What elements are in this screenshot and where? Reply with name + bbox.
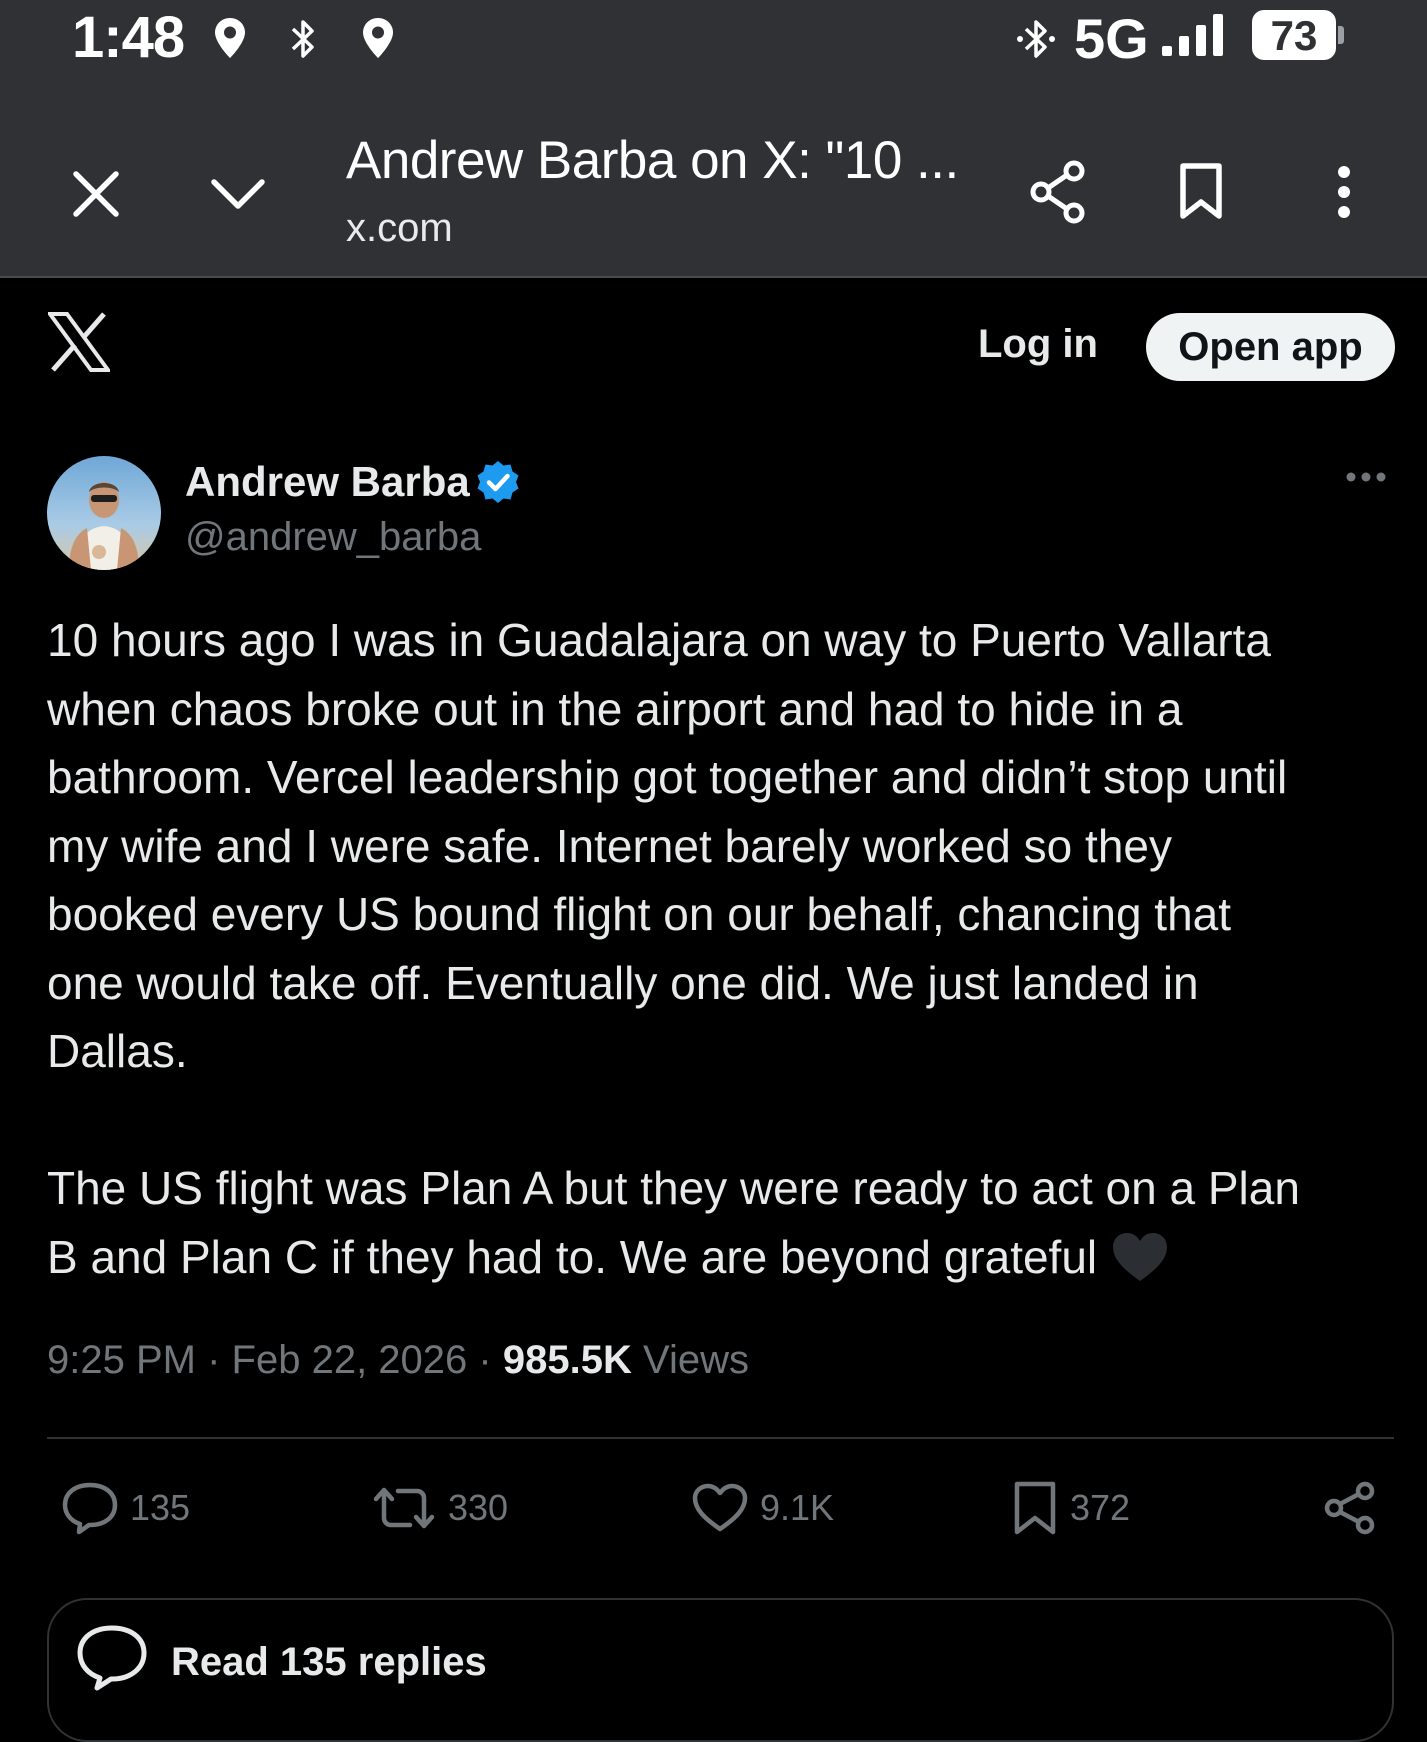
views-label: Views: [642, 1338, 749, 1382]
x-logo-icon[interactable]: [48, 312, 110, 372]
read-replies-label: Read 135 replies: [171, 1640, 487, 1684]
open-app-button[interactable]: Open app: [1146, 313, 1395, 381]
page-url[interactable]: x.com: [346, 206, 453, 251]
bookmark-icon: [1014, 1481, 1056, 1535]
bookmark-button[interactable]: 372: [1012, 1480, 1130, 1536]
page-title[interactable]: Andrew Barba on X: "10 ...: [346, 130, 959, 191]
reply-icon: [62, 1482, 118, 1535]
tweet-meta: 9:25 PM · Feb 22, 2026 · 985.5K Views: [47, 1338, 749, 1383]
bluetooth-icon: [291, 20, 314, 58]
author-name[interactable]: Andrew Barba: [185, 458, 470, 506]
reply-count: 135: [130, 1487, 191, 1528]
views-count: 985.5K: [502, 1338, 632, 1382]
browser-toolbar: Andrew Barba on X: "10 ... x.com: [0, 86, 1427, 278]
verified-badge-icon: [477, 461, 519, 503]
meta-separator: ·: [207, 1338, 221, 1382]
black-heart-icon: [1113, 1232, 1168, 1281]
status-time: 1:48: [72, 5, 185, 70]
network-type: 5G: [1074, 7, 1149, 70]
share-icon: [1324, 1481, 1375, 1535]
repost-button[interactable]: 330: [372, 1480, 508, 1536]
bookmark-icon[interactable]: [1178, 162, 1224, 220]
like-button[interactable]: 9.1K: [692, 1480, 834, 1536]
tweet-date[interactable]: Feb 22, 2026: [232, 1338, 468, 1382]
reply-button[interactable]: 135: [62, 1480, 190, 1536]
tweet-text: 10 hours ago I was in Guadalajara on way…: [47, 606, 1397, 1291]
author-handle[interactable]: @andrew_barba: [185, 515, 481, 560]
bookmark-count: 372: [1070, 1487, 1131, 1528]
tweet-body: 10 hours ago I was in Guadalajara on way…: [47, 614, 1300, 1283]
share-button[interactable]: [1324, 1480, 1376, 1536]
location-icon: [363, 18, 393, 58]
share-icon[interactable]: [1030, 160, 1086, 224]
location-icon: [215, 18, 245, 58]
repost-icon: [373, 1487, 435, 1529]
status-bar: 1:48 5G 73: [0, 0, 1427, 86]
more-options-icon[interactable]: [1345, 470, 1387, 484]
heart-icon: [692, 1483, 748, 1532]
avatar[interactable]: [47, 456, 161, 570]
like-count: 9.1K: [760, 1487, 835, 1528]
tweet-time[interactable]: 9:25 PM: [47, 1338, 196, 1382]
meta-separator: ·: [478, 1338, 492, 1382]
battery-level: 73: [1270, 12, 1318, 59]
battery-icon: 73: [1252, 10, 1344, 60]
bluetooth-icon: [1017, 20, 1055, 58]
chevron-down-icon[interactable]: [210, 174, 266, 214]
more-vert-icon[interactable]: [1332, 164, 1356, 220]
repost-count: 330: [448, 1487, 509, 1528]
divider: [47, 1437, 1394, 1439]
read-replies-button[interactable]: Read 135 replies: [47, 1598, 1394, 1742]
signal-icon: [1162, 14, 1223, 56]
login-link[interactable]: Log in: [978, 322, 1098, 367]
close-icon[interactable]: [70, 168, 122, 220]
reply-icon: [77, 1625, 147, 1691]
